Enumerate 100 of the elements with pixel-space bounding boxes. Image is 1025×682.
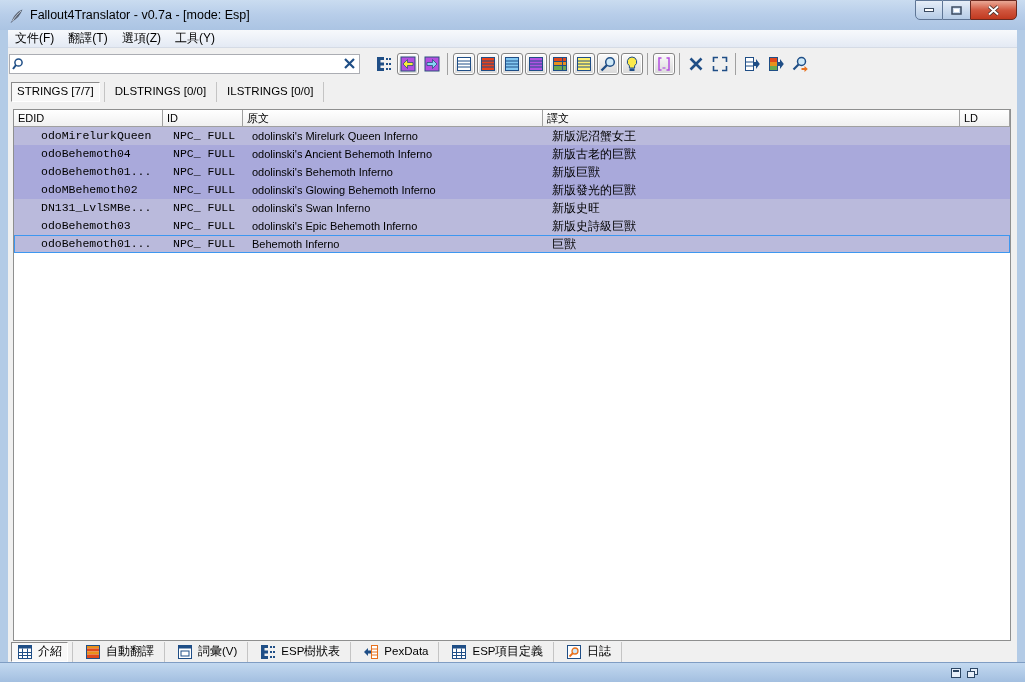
table-cell-text: Behemoth Inferno: [251, 237, 341, 252]
search-icon: [600, 55, 616, 72]
table-cell-text: odolinski's Behemoth Inferno: [251, 165, 394, 180]
table-cell-text: odoBehemoth01...: [40, 236, 153, 252]
document-search-icon: [566, 644, 583, 660]
menu-item[interactable]: 文件(F): [8, 30, 62, 47]
maximize-icon: [951, 5, 962, 15]
light-bulb-icon: [624, 55, 640, 72]
window-title: Fallout4Translator - v0.7a - [mode: Esp]: [30, 7, 250, 23]
search-arrow-icon: [792, 55, 808, 72]
toolbar-button[interactable]: [597, 52, 619, 75]
column-header[interactable]: LD: [960, 110, 1010, 126]
tab[interactable]: STRINGS [7/7]: [11, 82, 100, 102]
table-cell-text: 巨獸: [551, 236, 577, 252]
table-cell-text: odoBehemoth03: [40, 218, 132, 234]
table-cell-text: odoBehemoth01...: [40, 164, 153, 180]
table-cell-text: NPC_ FULL: [172, 128, 237, 144]
table-cell-text: NPC_ FULL: [172, 146, 237, 162]
table-cell-text: 新版史詩級巨獸: [551, 218, 637, 234]
list-icon: [528, 55, 544, 72]
table-cell-text: odolinski's Glowing Behemoth Inferno: [251, 183, 437, 198]
table-row[interactable]: odoBehemoth03 NPC_ FULL odolinski's Epic Behemoth Inferno 新版史詩級巨獸: [14, 217, 1010, 235]
table-row[interactable]: odoBehemoth04 NPC_ FULL odolinski's Ancient Behemoth Inferno 新版古老的巨獸: [14, 145, 1010, 163]
right-arrow-icon: [424, 55, 440, 72]
tab[interactable]: ILSTRINGS [0/0]: [221, 82, 320, 102]
tab[interactable]: PexData: [357, 642, 435, 662]
tray-icon[interactable]: [951, 667, 961, 678]
table-cell-text: odoMirelurkQueen: [40, 128, 153, 144]
tab[interactable]: ESP項目定義: [445, 642, 550, 662]
list-icon: [576, 55, 592, 72]
toolbar-button[interactable]: [549, 52, 571, 75]
list-icon: [504, 55, 520, 72]
tab[interactable]: 自動翻譯: [79, 642, 160, 662]
column-header[interactable]: 原文: [243, 110, 543, 126]
toolbar-button[interactable]: [453, 52, 475, 75]
table-cell-text: 新版泥沼蟹女王: [551, 128, 637, 144]
table-row[interactable]: odoBehemoth01... NPC_ FULL odolinski's Behemoth Inferno 新版巨獸: [14, 163, 1010, 181]
list-icon: [480, 55, 496, 72]
close-icon: [987, 4, 1000, 16]
toolbar-button[interactable]: [501, 52, 523, 75]
table-cell-text: odoBehemoth04: [40, 146, 132, 162]
table-row[interactable]: odoBehemoth01... NPC_ FULL Behemoth Inferno 巨獸: [14, 235, 1010, 253]
table-icon: [451, 644, 468, 660]
tab[interactable]: ESP樹狀表: [254, 642, 347, 662]
close-button[interactable]: [970, 0, 1017, 20]
column-header[interactable]: 譯文: [543, 110, 960, 126]
table-cell-text: odolinski's Epic Behemoth Inferno: [251, 219, 419, 234]
tab[interactable]: 介紹: [11, 642, 68, 662]
search-icon: [12, 57, 23, 70]
tree-list-icon: [376, 55, 392, 72]
menu-item[interactable]: 工具(Y): [168, 30, 222, 47]
menu-item[interactable]: 翻譯(T): [61, 30, 115, 47]
tab[interactable]: 日誌: [560, 642, 618, 662]
table-cell-text: odolinski's Swan Inferno: [251, 201, 372, 216]
table-cell-text: NPC_ FULL: [172, 182, 237, 198]
table-cell-text: NPC_ FULL: [172, 164, 237, 180]
toolbar-button[interactable]: [621, 52, 643, 75]
table-cell-text: NPC_ FULL: [172, 200, 237, 216]
table-cell-text: odolinski's Mirelurk Queen Inferno: [251, 129, 419, 144]
close-icon: [688, 55, 704, 72]
list-icon: [456, 55, 472, 72]
table-icon: [17, 644, 33, 660]
table-row[interactable]: odoMirelurkQueen NPC_ FULL odolinski's Mirelurk Queen Inferno 新版泥沼蟹女王: [14, 127, 1010, 145]
menu-item[interactable]: 選項(Z): [114, 30, 168, 47]
minimize-icon: [924, 8, 934, 12]
toolbar-button[interactable]: [477, 52, 499, 75]
table-cell-text: odoMBehemoth02: [40, 182, 139, 198]
table-cell-text: NPC_ FULL: [172, 218, 237, 234]
table-cell-text: 新版史旺: [551, 200, 601, 216]
fullscreen-icon: [712, 55, 728, 72]
table-icon: [552, 55, 568, 72]
quill-icon: [10, 9, 23, 23]
table-cell-text: DN131_LvlSMBe...: [40, 200, 153, 216]
list-icon: [85, 644, 101, 660]
column-header[interactable]: ID: [163, 110, 243, 126]
column-header[interactable]: EDID: [14, 110, 163, 126]
export-icon: [768, 55, 784, 72]
table-cell-text: NPC_ FULL: [172, 236, 237, 252]
tab[interactable]: DLSTRINGS [0/0]: [108, 82, 213, 102]
import-icon: [363, 644, 380, 660]
toolbar-button[interactable]: [653, 52, 675, 75]
brackets-icon: [656, 55, 672, 72]
tree-list-icon: [260, 644, 277, 660]
toolbar-button[interactable]: [397, 52, 419, 75]
tab[interactable]: 詞彙(V): [171, 642, 244, 662]
toolbar-button[interactable]: [573, 52, 595, 75]
close-icon: [343, 58, 355, 69]
windows-icon[interactable]: [967, 667, 978, 678]
toolbar-button[interactable]: [525, 52, 547, 75]
table-cell-text: 新版巨獸: [551, 164, 601, 180]
maximize-button[interactable]: [943, 0, 970, 20]
minimize-button[interactable]: [915, 0, 943, 20]
table-row[interactable]: DN131_LvlSMBe... NPC_ FULL odolinski's Swan Inferno 新版史旺: [14, 199, 1010, 217]
table-cell-text: 新版發光的巨獸: [551, 182, 637, 198]
left-arrow-icon: [400, 55, 416, 72]
table-row[interactable]: odoMBehemoth02 NPC_ FULL odolinski's Glowing Behemoth Inferno 新版發光的巨獸: [14, 181, 1010, 199]
table-cell-text: 新版古老的巨獸: [551, 146, 637, 162]
search-field[interactable]: [9, 53, 360, 74]
export-icon: [744, 55, 760, 72]
window-icon: [177, 644, 193, 660]
